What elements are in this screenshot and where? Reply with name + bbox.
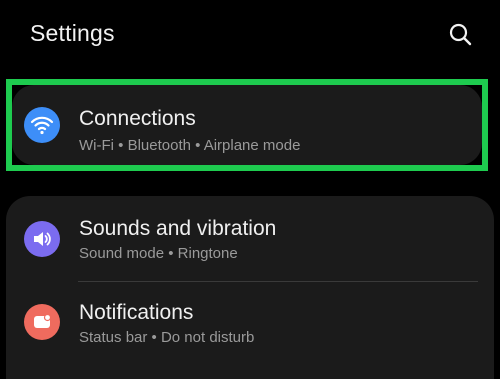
settings-group-card: Sounds and vibration Sound mode • Ringto… xyxy=(6,196,494,379)
settings-item-subtitle: Sound mode • Ringtone xyxy=(79,245,238,262)
notification-icon xyxy=(24,304,60,340)
speaker-icon xyxy=(24,221,60,257)
settings-item-sounds[interactable]: Sounds and vibration Sound mode • Ringto… xyxy=(6,196,494,281)
page-title: Settings xyxy=(30,20,115,46)
settings-item-title: Notifications xyxy=(79,301,194,324)
settings-item-subtitle: Status bar • Do not disturb xyxy=(79,329,255,346)
settings-item-notifications[interactable]: Notifications Status bar • Do not distur… xyxy=(6,282,494,367)
settings-screen: Settings Connections Wi-Fi • Bluetooth •… xyxy=(0,0,500,379)
highlight-frame xyxy=(6,79,488,171)
search-icon xyxy=(449,23,472,46)
search-button[interactable] xyxy=(446,20,476,50)
settings-item-title: Sounds and vibration xyxy=(79,217,277,240)
